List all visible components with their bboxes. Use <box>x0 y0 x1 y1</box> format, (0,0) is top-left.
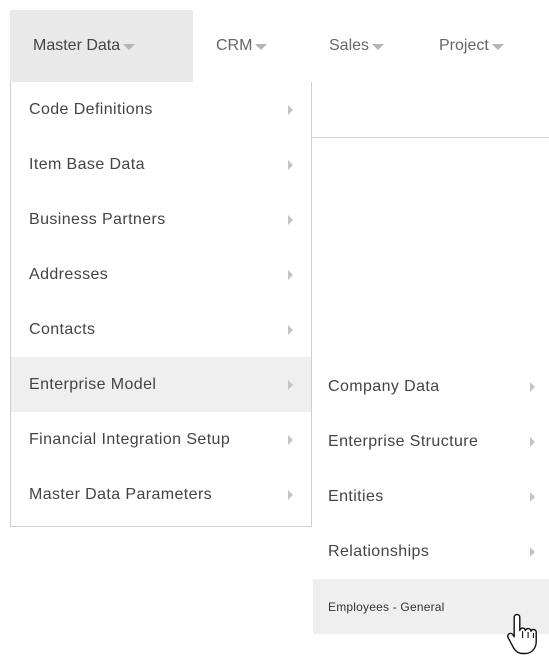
chevron-right-icon <box>288 490 293 500</box>
menu-item-label: Code Definitions <box>29 100 153 118</box>
menu-item-label: Item Base Data <box>29 155 145 173</box>
menubar-item-label: Project <box>439 37 489 54</box>
menubar-item-label: Sales <box>329 37 370 54</box>
menu-item-financial-integration-setup[interactable]: Financial Integration Setup <box>11 412 311 467</box>
menu-item-item-base-data[interactable]: Item Base Data <box>11 137 311 192</box>
menubar-item-label: Master Data <box>33 37 121 54</box>
menu-item-label: Business Partners <box>29 210 166 228</box>
chevron-right-icon <box>288 105 293 115</box>
submenu-item-relationships[interactable]: Relationships <box>313 524 549 579</box>
hand-pointer-icon <box>507 613 537 655</box>
submenu-item-label: Relationships <box>328 542 430 560</box>
chevron-right-icon <box>288 270 293 280</box>
menubar-item-project[interactable]: Project <box>439 10 504 82</box>
menu-item-label: Master Data Parameters <box>29 485 213 503</box>
caret-down-icon <box>372 44 385 50</box>
chevron-right-icon <box>288 380 293 390</box>
chevron-right-icon <box>288 435 293 445</box>
submenu-item-label: Entities <box>328 487 384 505</box>
menubar-item-label: CRM <box>216 37 253 54</box>
chevron-right-icon <box>530 437 535 447</box>
menu-item-enterprise-model[interactable]: Enterprise Model <box>11 357 311 412</box>
content-divider <box>312 137 549 138</box>
chevron-right-icon <box>530 547 535 557</box>
menubar-item-sales[interactable]: Sales <box>329 10 385 82</box>
menu-item-label: Contacts <box>29 320 96 338</box>
caret-down-icon <box>255 44 268 50</box>
menu-item-label: Financial Integration Setup <box>29 430 231 448</box>
menubar-item-master-data[interactable]: Master Data <box>10 10 193 82</box>
caret-down-icon <box>123 44 136 50</box>
submenu-item-entities[interactable]: Entities <box>313 469 549 524</box>
chevron-right-icon <box>288 325 293 335</box>
menu-item-business-partners[interactable]: Business Partners <box>11 192 311 247</box>
menu-item-contacts[interactable]: Contacts <box>11 302 311 357</box>
submenu-item-enterprise-structure[interactable]: Enterprise Structure <box>313 414 549 469</box>
chevron-right-icon <box>530 382 535 392</box>
menu-item-code-definitions[interactable]: Code Definitions <box>11 82 311 137</box>
chevron-right-icon <box>530 492 535 502</box>
chevron-right-icon <box>288 215 293 225</box>
caret-down-icon <box>491 44 504 50</box>
page: Master Data CRM Sales Project Code Defin… <box>0 0 549 660</box>
master-data-dropdown: Code Definitions Item Base Data Business… <box>10 82 312 527</box>
chevron-right-icon <box>288 160 293 170</box>
menubar-item-crm[interactable]: CRM <box>216 10 268 82</box>
menu-item-addresses[interactable]: Addresses <box>11 247 311 302</box>
menu-item-label: Enterprise Model <box>29 375 157 393</box>
submenu-item-label: Enterprise Structure <box>328 432 479 450</box>
top-menubar: Master Data CRM Sales Project <box>0 0 549 82</box>
submenu-item-company-data[interactable]: Company Data <box>313 359 549 414</box>
submenu-item-label: Employees - General <box>328 599 445 614</box>
menu-item-label: Addresses <box>29 265 109 283</box>
submenu-item-label: Company Data <box>328 377 440 395</box>
menu-item-master-data-parameters[interactable]: Master Data Parameters <box>11 467 311 522</box>
